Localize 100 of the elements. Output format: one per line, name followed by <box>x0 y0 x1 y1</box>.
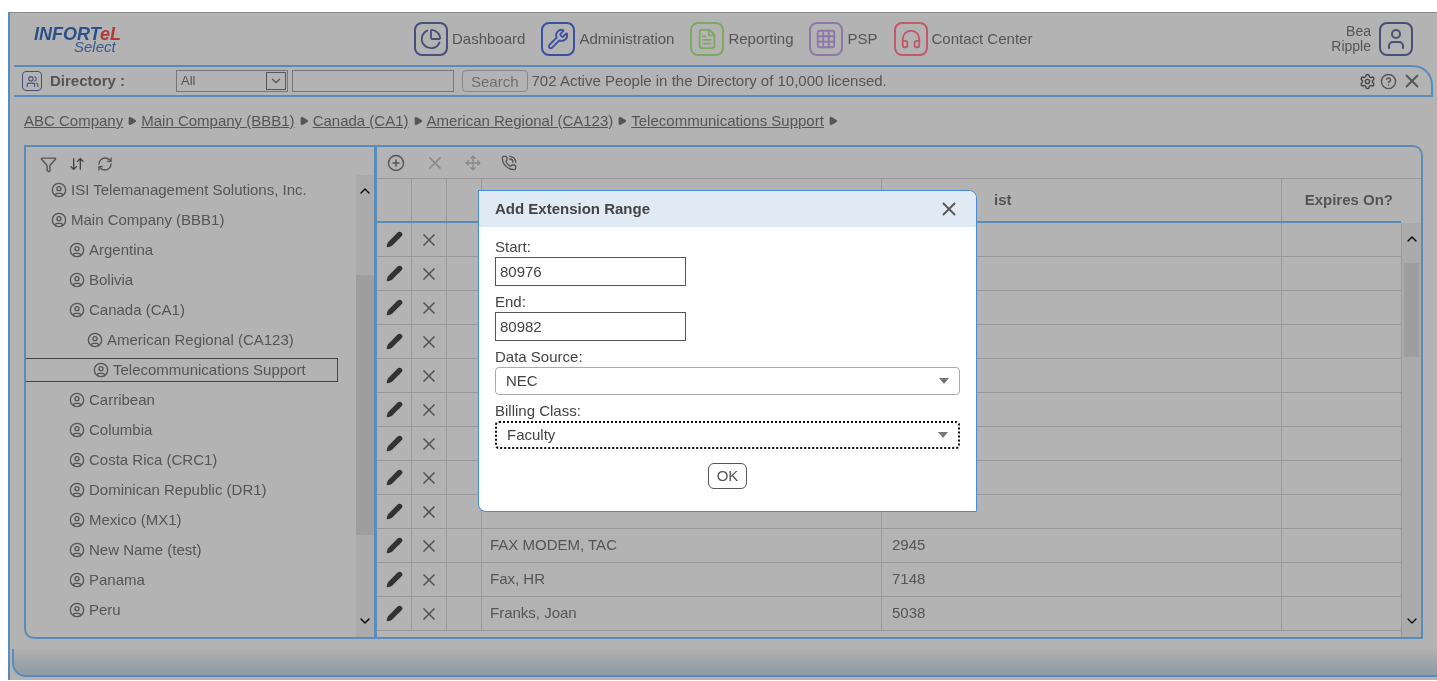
nav-link[interactable]: Contact Center <box>893 22 1033 56</box>
breadcrumb-link[interactable]: Canada (CA1) <box>312 109 409 133</box>
breadcrumb-link[interactable]: ABC Company <box>24 109 124 133</box>
column-header[interactable]: Expires On? <box>1304 188 1393 212</box>
org-icon <box>51 182 67 198</box>
org-icon <box>69 512 85 528</box>
edit-icon[interactable] <box>385 299 403 316</box>
nav-link[interactable]: Administration <box>541 22 675 56</box>
tree-item[interactable]: Peru <box>64 597 126 623</box>
edit-icon[interactable] <box>385 333 403 350</box>
org-icon <box>69 422 85 438</box>
triangle-icon <box>298 116 309 126</box>
table-cell-text: Franks, Joan <box>490 603 577 624</box>
edit-icon[interactable] <box>385 503 403 520</box>
refresh-icon[interactable] <box>97 156 113 172</box>
tree-item[interactable]: Telecommunications Support <box>26 357 338 383</box>
directory-label: Directory : <box>50 70 127 91</box>
tree-item[interactable]: Argentina <box>64 237 159 263</box>
edit-icon[interactable] <box>385 435 403 452</box>
org-icon <box>69 572 85 588</box>
status-text: 702 Active People in the Directory of 10,000 licensed. <box>531 70 887 91</box>
ok-button[interactable]: OK <box>707 463 748 489</box>
tree-item[interactable]: Main Company (BBB1) <box>46 207 230 233</box>
triangle-icon <box>827 116 838 126</box>
headset-icon <box>893 22 928 56</box>
input-field[interactable]: 80982 <box>495 312 686 341</box>
org-icon <box>51 212 67 228</box>
org-icon <box>69 272 85 288</box>
dropdown[interactable]: Faculty <box>495 421 960 449</box>
edit-icon[interactable] <box>385 265 403 282</box>
user-icon[interactable] <box>1379 22 1413 56</box>
edit-icon[interactable] <box>385 469 403 486</box>
people-icon <box>22 71 42 91</box>
org-icon <box>69 602 85 618</box>
org-icon <box>69 452 85 468</box>
dropdown-arrow-icon <box>938 432 948 438</box>
edit-icon[interactable] <box>385 571 403 588</box>
nav-link[interactable]: Dashboard <box>414 22 526 56</box>
document-icon <box>690 22 725 56</box>
search-button[interactable]: Search <box>462 70 528 92</box>
tree-item[interactable]: Carribean <box>64 387 160 413</box>
table-cell-text: FAX MODEM, TAC <box>490 535 617 556</box>
dialog-title: Add Extension Range <box>495 198 651 219</box>
triangle-icon <box>127 116 138 126</box>
table-cell-text: 2945 <box>892 535 926 556</box>
org-icon <box>69 542 85 558</box>
org-icon <box>87 332 103 348</box>
filter-icon[interactable] <box>40 155 57 173</box>
tree-item[interactable]: New Name (test) <box>64 537 207 563</box>
triangle-icon <box>617 116 628 126</box>
tree-item[interactable]: Canada (CA1) <box>64 297 190 323</box>
add-icon[interactable] <box>387 153 405 172</box>
nav-link[interactable]: Reporting <box>690 22 794 56</box>
field-label: Billing Class: <box>495 401 582 421</box>
field-label: Data Source: <box>495 347 584 367</box>
org-icon <box>69 302 85 318</box>
dropdown-arrow-icon <box>939 378 949 384</box>
triangle-icon <box>412 116 423 126</box>
org-icon <box>69 482 85 498</box>
tree-item[interactable]: Dominican Republic (DR1) <box>64 477 272 503</box>
search-field[interactable] <box>292 70 454 92</box>
field-label: Start: <box>495 237 532 257</box>
wrench-icon <box>541 22 576 56</box>
scrollbar[interactable] <box>356 175 374 637</box>
breadcrumb-link[interactable]: Telecommunications Support <box>631 109 824 133</box>
edit-icon[interactable] <box>385 401 403 418</box>
table-cell-text: Fax, HR <box>490 569 545 590</box>
pie-chart-icon <box>414 22 448 56</box>
phone-icon[interactable] <box>501 154 517 171</box>
table-cell-text: 7148 <box>892 569 926 590</box>
scope-dropdown[interactable]: All <box>176 70 288 92</box>
breadcrumb-link[interactable]: American Regional (CA123) <box>426 109 614 133</box>
scroll-thumb[interactable] <box>356 275 374 535</box>
edit-icon[interactable] <box>385 231 403 248</box>
tree-item[interactable]: Mexico (MX1) <box>64 507 187 533</box>
tree-item[interactable]: American Regional (CA123) <box>82 327 299 353</box>
user-name: Bea Ripple <box>1330 24 1371 54</box>
sort-icon[interactable] <box>69 156 85 172</box>
dropdown[interactable]: NEC <box>495 367 960 395</box>
field-label: End: <box>495 292 527 312</box>
org-icon <box>69 392 85 408</box>
tree-item[interactable]: Costa Rica (CRC1) <box>64 447 223 473</box>
org-icon <box>93 362 109 378</box>
scrollbar[interactable] <box>1401 223 1421 637</box>
tree-item[interactable]: Bolivia <box>64 267 139 293</box>
nav-link[interactable]: PSP <box>809 22 878 56</box>
column-header[interactable]: ist <box>994 188 1012 212</box>
org-icon <box>69 242 85 258</box>
tree-item[interactable]: Panama <box>64 567 150 593</box>
breadcrumb-link[interactable]: Main Company (BBB1) <box>141 109 295 133</box>
settings-icon[interactable] <box>1359 72 1376 90</box>
tree-item[interactable]: ISI Telemanagement Solutions, Inc. <box>46 177 312 203</box>
edit-icon[interactable] <box>385 537 403 554</box>
help-icon[interactable] <box>1380 72 1397 90</box>
input-field[interactable]: 80976 <box>495 257 686 286</box>
logo: INFORTeL Select <box>34 24 122 54</box>
edit-icon[interactable] <box>385 367 403 384</box>
tree-item[interactable]: Columbia <box>64 417 158 443</box>
edit-icon[interactable] <box>385 605 403 622</box>
grid-icon <box>809 22 844 56</box>
